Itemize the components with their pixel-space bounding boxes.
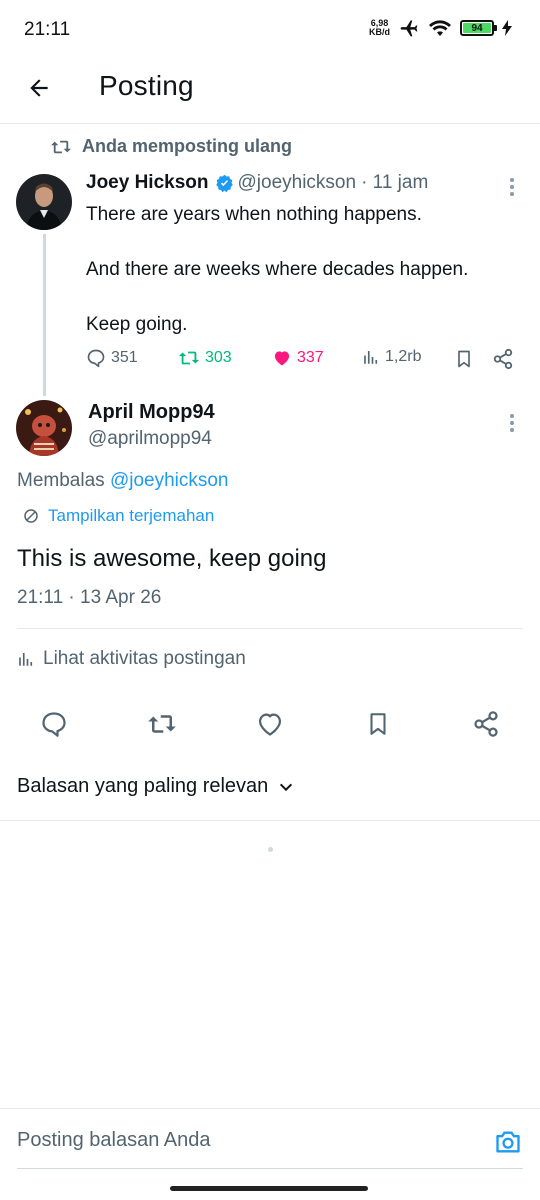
activity-label: Lihat aktivitas postingan [43,648,246,669]
more-icon [510,178,514,182]
like-icon [274,351,290,366]
avatar[interactable] [16,174,72,230]
post-activity-link[interactable]: Lihat aktivitas postingan [17,648,246,670]
post-text: There are years when nothing happens. An… [86,201,506,366]
reply-actions [0,704,540,744]
repost-icon [51,140,71,153]
reply-button[interactable]: 351 [86,348,138,368]
reply-sort-dropdown[interactable]: Balasan yang paling relevan [17,775,294,798]
views-count: 1,2rb [385,348,422,365]
share-icon [493,348,513,370]
replying-mention[interactable]: @joeyhickson [110,470,229,491]
airplane-icon [400,20,418,37]
avatar-image [16,400,72,456]
reply-composer [0,1108,540,1170]
loading-indicator [268,847,273,852]
battery-level: 94 [463,23,491,34]
reply-timestamp: 21:11 · 13 Apr 26 [17,587,162,608]
post-line: There are years when nothing happens. [86,204,422,225]
bookmark-button[interactable] [358,704,398,744]
author-handle[interactable]: @joeyhickson [238,172,357,194]
reply-author-name[interactable]: April Mopp94 [88,401,215,424]
post-actions: 351 303 337 1,2rb [86,346,514,374]
reply-text: This is awesome, keep going [17,545,327,572]
wifi-icon [429,20,451,36]
translate-icon [24,509,38,523]
views-icon [364,351,378,364]
bookmark-icon [370,713,386,735]
repost-label: Anda memposting ulang [82,136,293,156]
share-button[interactable] [492,348,514,370]
charging-icon [502,20,512,36]
like-button[interactable]: 337 [272,348,324,368]
camera-icon [496,1131,520,1153]
page-title: Posting [99,70,194,101]
sort-label: Balasan yang paling relevan [17,775,269,797]
composer-underline [17,1168,523,1169]
like-count: 337 [297,349,324,366]
translate-button[interactable]: Tampilkan terjemahan [22,506,214,526]
views-button[interactable]: 1,2rb [362,348,421,366]
network-speed-unit: KB/d [369,27,390,37]
reply-icon [87,349,105,368]
status-icons: 6,98 KB/d 94 [369,18,512,38]
like-icon [258,713,282,736]
home-indicator[interactable] [170,1186,368,1191]
reply-input[interactable] [17,1125,457,1155]
status-bar: 21:11 6,98 KB/d 94 [0,0,540,60]
repost-icon [178,351,200,365]
back-button[interactable] [22,71,56,105]
reply-count: 351 [111,349,138,366]
more-icon [510,414,514,418]
share-icon [474,711,498,737]
divider [0,820,540,821]
network-speed: 6,98 KB/d [369,19,390,37]
avatar[interactable] [16,400,72,456]
back-arrow-icon [30,79,48,97]
repost-button[interactable]: 303 [178,348,232,368]
replying-prefix: Membalas [17,470,105,491]
bookmark-icon [458,350,470,368]
status-time: 21:11 [24,19,71,40]
post-line: And there are weeks where decades happen… [86,259,469,280]
chevron-down-icon [280,783,293,791]
reply-button[interactable] [34,704,74,744]
translate-label: Tampilkan terjemahan [48,506,215,525]
camera-button[interactable] [494,1129,522,1160]
header: Posting [0,60,540,124]
post-more-button[interactable] [510,178,514,196]
views-icon [19,653,33,666]
verified-badge-icon [215,174,234,193]
bookmark-button[interactable] [454,348,474,370]
avatar-image [16,174,72,230]
share-button[interactable] [466,704,506,744]
post-header: Joey Hickson @joeyhickson · 11 jam [86,172,428,194]
post-line: Keep going. [86,314,188,335]
thread-line [43,234,46,396]
like-button[interactable] [250,704,290,744]
repost-indicator: Anda memposting ulang [50,136,292,157]
repost-button[interactable] [142,704,182,744]
repost-icon [148,715,176,733]
post-time: · 11 jam [361,172,429,193]
reply-more-button[interactable] [510,414,514,432]
battery-icon: 94 [460,20,497,36]
reply-author-handle[interactable]: @aprilmopp94 [88,428,212,450]
divider [17,628,523,629]
replying-to: Membalas @joeyhickson [17,470,229,492]
reply-icon [42,712,66,737]
repost-count: 303 [205,349,232,366]
author-name[interactable]: Joey Hickson [86,172,209,194]
